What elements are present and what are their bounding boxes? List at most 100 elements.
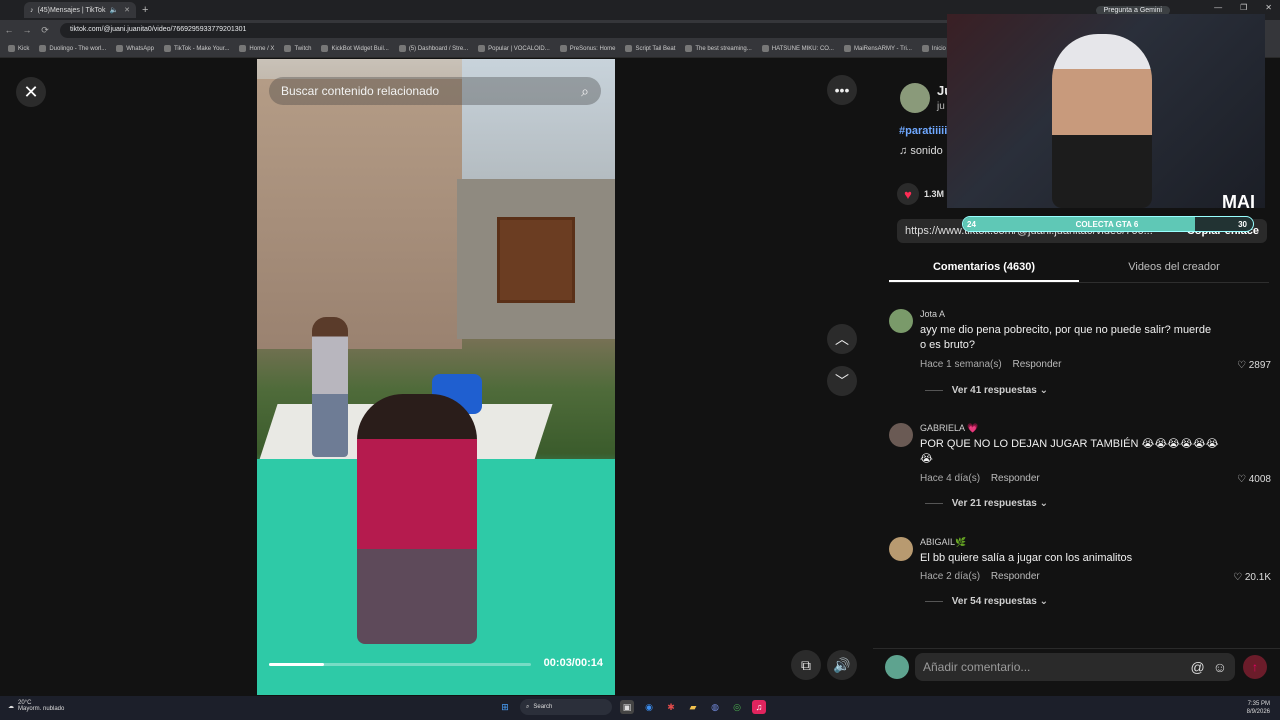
- url-field[interactable]: tiktok.com/@juani.juanita0/video/7669295…: [60, 22, 960, 38]
- search-icon: ⌕: [526, 703, 530, 710]
- bookmark-label: PreSonus: Home: [569, 45, 616, 52]
- browser-tab[interactable]: ♪ (45)Mensajes | TikTok 🔈 ✕: [24, 2, 136, 18]
- bookmark-label: Kick: [18, 45, 30, 52]
- related-search-bar[interactable]: Buscar contenido relacionado ⌕: [269, 77, 601, 105]
- view-replies-label: Ver 21 respuestas: [951, 498, 1037, 509]
- system-clock[interactable]: 7:35 PM 8/9/2026: [1247, 700, 1270, 716]
- back-icon[interactable]: ←: [0, 25, 18, 35]
- windows-start-icon[interactable]: ⊞: [498, 700, 512, 714]
- comment-composer: Añadir comentario... @ ☺ ↑: [873, 648, 1280, 695]
- task-view-icon[interactable]: ▣: [620, 700, 634, 714]
- next-video-button[interactable]: ﹀: [827, 366, 857, 396]
- avatar[interactable]: [889, 423, 913, 447]
- view-replies-button[interactable]: Ver 21 respuestas ⌄: [925, 498, 1048, 509]
- comment-like[interactable]: ♡ 4008: [1237, 474, 1271, 485]
- floating-player-icon[interactable]: ⧉: [791, 650, 821, 680]
- avatar[interactable]: [889, 537, 913, 561]
- comment-username[interactable]: ABIGAIL🌿: [920, 537, 966, 548]
- tab-creator-videos[interactable]: Videos del creador: [1079, 253, 1269, 282]
- send-comment-button[interactable]: ↑: [1243, 655, 1267, 679]
- taskbar-search[interactable]: ⌕ Search: [520, 699, 612, 715]
- bookmark-item[interactable]: KickBot Widget Buil...: [321, 45, 389, 52]
- maximize-icon[interactable]: ❐: [1240, 3, 1247, 12]
- minimize-icon[interactable]: —: [1214, 3, 1222, 12]
- weather-widget[interactable]: ☁ 20°C Mayorm. nublado: [8, 700, 64, 712]
- bookmark-favicon-icon: [478, 45, 486, 52]
- bookmark-label: Script Tail Beat: [635, 45, 676, 52]
- video-progress-fill: [269, 663, 325, 666]
- new-tab-button[interactable]: +: [142, 4, 148, 16]
- music-app-icon[interactable]: ♫: [752, 700, 766, 714]
- mute-icon[interactable]: 🔈: [109, 6, 118, 14]
- video-frame-child: [312, 317, 348, 457]
- avatar[interactable]: [889, 309, 913, 333]
- comment-like[interactable]: ♡ 2897: [1237, 360, 1271, 371]
- bookmark-item[interactable]: Popular | VOCALOID...: [478, 45, 550, 52]
- comment-placeholder: Añadir comentario...: [923, 660, 1031, 674]
- app-icon[interactable]: ✱: [664, 700, 678, 714]
- more-options-icon[interactable]: •••: [827, 75, 857, 105]
- forward-icon[interactable]: →: [18, 25, 36, 35]
- reply-button[interactable]: Responder: [1012, 359, 1061, 370]
- bookmark-item[interactable]: PreSonus: Home: [559, 45, 616, 52]
- heart-outline-icon: ♡: [1237, 474, 1246, 485]
- comment-input[interactable]: Añadir comentario... @ ☺: [915, 653, 1235, 681]
- avatar: [885, 655, 909, 679]
- volume-icon[interactable]: 🔊: [827, 650, 857, 680]
- close-window-icon[interactable]: ✕: [1265, 3, 1272, 12]
- chrome-icon[interactable]: ◎: [730, 700, 744, 714]
- reply-button[interactable]: Responder: [991, 473, 1040, 484]
- bookmark-item[interactable]: (5) Dashboard / Stre...: [398, 45, 468, 52]
- comment-username[interactable]: GABRIELA 💗: [920, 423, 978, 434]
- bookmark-item[interactable]: MaiRensARMY - Tri...: [843, 45, 912, 52]
- bookmark-item[interactable]: Duolingo - The worl...: [39, 45, 106, 52]
- comment-like-count: 4008: [1248, 474, 1271, 485]
- bookmark-label: Twitch: [294, 45, 312, 52]
- video-progress-bar[interactable]: [269, 663, 531, 666]
- comment-like[interactable]: ♡ 20.1K: [1233, 572, 1271, 583]
- tab-comments[interactable]: Comentarios (4630): [889, 253, 1079, 282]
- bookmark-item[interactable]: The best streaming...: [685, 45, 752, 52]
- chevron-down-icon: ⌄: [1039, 596, 1049, 607]
- chevron-down-icon: ⌄: [1039, 385, 1049, 396]
- comment-text: POR QUE NO LO DEJAN JUGAR TAMBIÉN 😭😭😭😭😭😭…: [920, 438, 1219, 465]
- creator-avatar[interactable]: [900, 83, 930, 113]
- bookmark-item[interactable]: WhatsApp: [116, 45, 154, 52]
- view-replies-button[interactable]: Ver 41 respuestas ⌄: [925, 385, 1048, 396]
- folder-icon[interactable]: ▰: [686, 700, 700, 714]
- view-replies-label: Ver 54 respuestas: [951, 596, 1037, 607]
- bookmark-label: KickBot Widget Buil...: [331, 45, 389, 52]
- clock-date: 8/9/2026: [1246, 709, 1270, 715]
- video-frame-child-foreground: [357, 394, 477, 644]
- heart-outline-icon: ♡: [1237, 360, 1246, 371]
- goal-label: COLECTA GTA 6: [1075, 219, 1139, 229]
- sound-row[interactable]: ♫ sonido: [899, 145, 943, 157]
- reply-button[interactable]: Responder: [991, 571, 1040, 582]
- comment-meta: Hace 1 semana(s) Responder: [920, 359, 1061, 370]
- bookmark-item[interactable]: TikTok - Make Your...: [163, 45, 229, 52]
- discord-icon[interactable]: ◍: [708, 700, 722, 714]
- emoji-icon[interactable]: ☺: [1213, 659, 1227, 675]
- mention-icon[interactable]: @: [1190, 659, 1204, 675]
- bookmark-label: HATSUNE MIKU: CO...: [771, 45, 834, 52]
- bookmark-item[interactable]: HATSUNE MIKU: CO...: [761, 45, 834, 52]
- view-replies-button[interactable]: Ver 54 respuestas ⌄: [925, 596, 1048, 607]
- goal-current: 24: [967, 219, 976, 229]
- like-heart-icon[interactable]: ♥: [897, 183, 919, 205]
- comment-like-count: 2897: [1248, 360, 1271, 371]
- video-player[interactable]: Buscar contenido relacionado ⌕ 00:03/00:…: [257, 59, 615, 695]
- hashtag-link[interactable]: #paratiiiii: [899, 125, 947, 137]
- previous-video-button[interactable]: ︿: [827, 324, 857, 354]
- streamer-webcam: [1052, 34, 1152, 208]
- bookmark-item[interactable]: Home / X: [239, 45, 274, 52]
- close-video-button[interactable]: ✕: [16, 77, 46, 107]
- edge-icon[interactable]: ◉: [642, 700, 656, 714]
- bookmark-item[interactable]: Script Tail Beat: [625, 45, 675, 52]
- bookmark-item[interactable]: Inicio: [921, 45, 946, 52]
- reload-icon[interactable]: ⟳: [36, 25, 54, 36]
- bookmark-item[interactable]: Kick: [8, 45, 29, 52]
- search-icon[interactable]: ⌕: [581, 83, 589, 100]
- bookmark-item[interactable]: Twitch: [284, 45, 311, 52]
- comment-username[interactable]: Jota A: [920, 309, 945, 319]
- close-tab-icon[interactable]: ✕: [124, 6, 130, 14]
